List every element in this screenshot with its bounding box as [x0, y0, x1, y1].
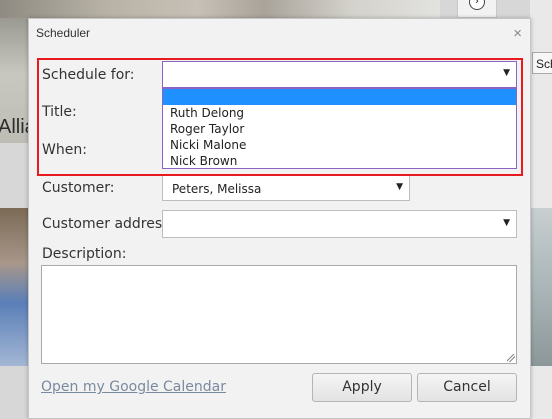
background-nav-button[interactable]: ›	[457, 0, 497, 18]
customer-address-select[interactable]: ▼	[162, 210, 517, 238]
background-photo-right	[530, 208, 552, 366]
chevron-down-icon: ▼	[503, 218, 510, 228]
description-textarea[interactable]	[41, 265, 517, 364]
background-partial-button[interactable]: Sch	[532, 52, 552, 74]
resize-grip-icon[interactable]	[507, 354, 515, 362]
description-label: Description:	[42, 246, 127, 262]
dropdown-option[interactable]: Nick Brown	[163, 153, 516, 169]
chevron-down-icon: ▼	[503, 68, 510, 78]
close-icon[interactable]: ×	[513, 25, 522, 42]
dialog-title: Scheduler	[36, 26, 91, 40]
background-photo-strip	[0, 0, 440, 18]
when-label: When:	[42, 142, 87, 158]
schedule-for-label: Schedule for:	[42, 67, 135, 83]
title-label: Title:	[42, 104, 77, 120]
apply-button[interactable]: Apply	[312, 373, 412, 402]
dropdown-option[interactable]	[163, 89, 516, 105]
schedule-for-select[interactable]: ▼	[162, 61, 517, 88]
dialog-titlebar[interactable]: Scheduler ×	[29, 19, 530, 47]
cancel-button[interactable]: Cancel	[417, 373, 517, 402]
customer-select[interactable]: Peters, Melissa ▼	[162, 175, 410, 201]
customer-value: Peters, Melissa	[172, 182, 262, 196]
chevron-right-icon: ›	[469, 0, 485, 10]
customer-address-label: Customer address:	[42, 216, 175, 232]
schedule-for-dropdown: Ruth Delong Roger Taylor Nicki Malone Ni…	[162, 88, 517, 169]
customer-label: Customer:	[42, 180, 115, 196]
dropdown-option[interactable]: Ruth Delong	[163, 105, 516, 121]
dropdown-option[interactable]: Nicki Malone	[163, 137, 516, 153]
chevron-down-icon: ▼	[396, 182, 403, 192]
dropdown-option[interactable]: Roger Taylor	[163, 121, 516, 137]
background-photo-people	[0, 208, 30, 366]
google-calendar-link[interactable]: Open my Google Calendar	[41, 379, 226, 395]
